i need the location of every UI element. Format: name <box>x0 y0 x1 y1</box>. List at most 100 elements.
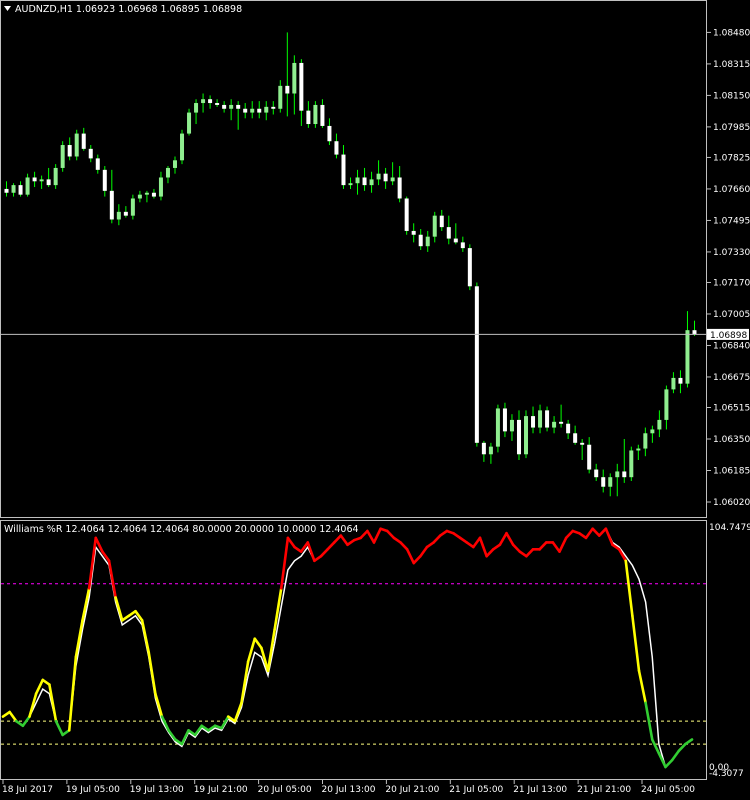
time-tick-label: 19 Jul 13:00 <box>130 785 184 795</box>
price-tick-label: 1.07005 <box>713 310 750 320</box>
price-tick-label: 1.06675 <box>713 373 750 383</box>
wpr-segment <box>684 738 694 746</box>
wpr-segment <box>319 548 329 558</box>
bear-candle <box>559 421 564 424</box>
wpr-segment <box>564 529 575 540</box>
current-price-marker: 1.06898 <box>707 328 749 341</box>
bear-candle <box>404 198 409 231</box>
bull-candle <box>292 62 297 94</box>
wpr-segment <box>359 529 369 540</box>
bull-candle <box>538 410 543 428</box>
wpr-segment <box>107 559 117 599</box>
wpr-segment <box>677 742 687 753</box>
wpr-segment <box>306 541 316 563</box>
wpr-segment <box>372 527 382 544</box>
wpr-segment <box>87 536 98 590</box>
bull-candle <box>229 104 234 109</box>
bull-candle <box>74 133 79 157</box>
time-tick-label: 21 Jul 13:00 <box>513 785 567 795</box>
bull-candle <box>657 419 662 430</box>
time-tick-label: 18 Jul 2017 <box>2 785 53 795</box>
symbol-header: AUDNZD,H1 1.06923 1.06968 1.06895 1.0689… <box>15 4 242 15</box>
wpr-axis: 104.74790.00-4.3077 <box>709 523 750 779</box>
bull-candle <box>495 408 500 447</box>
wpr-segment <box>8 710 18 723</box>
bull-candle <box>524 416 529 455</box>
bear-candle <box>46 179 51 186</box>
wpr-segment <box>54 719 64 737</box>
wpr-lines-layer <box>1 527 694 769</box>
bear-candle <box>18 185 23 195</box>
bull-candle <box>425 236 430 247</box>
price-tick-label: 1.07495 <box>713 216 750 226</box>
bear-candle <box>32 177 37 182</box>
wpr-segment <box>558 536 568 553</box>
time-tick-label: 20 Jul 13:00 <box>322 785 376 795</box>
wpr-segment <box>399 541 409 551</box>
bear-candle <box>341 154 346 186</box>
bull-candle <box>685 330 690 384</box>
bear-candle <box>222 104 227 109</box>
bear-candle <box>692 330 697 335</box>
bull-candle <box>194 103 199 113</box>
wpr-segment <box>233 701 243 723</box>
triangle-down-icon[interactable] <box>4 6 11 11</box>
bear-candle <box>285 85 290 94</box>
bear-candle <box>102 169 107 191</box>
bull-candle <box>432 215 437 237</box>
bear-candle <box>516 419 521 455</box>
bear-candle <box>81 133 86 149</box>
bear-candle <box>67 145 72 157</box>
bear-candle <box>531 416 536 428</box>
bear-candle <box>383 173 388 182</box>
price-tick-label: 1.08150 <box>713 91 750 101</box>
wpr-segment <box>604 527 614 547</box>
bull-candle <box>348 183 353 186</box>
price-tick-label: 1.07330 <box>713 248 750 258</box>
bull-candle <box>201 99 206 104</box>
wpr-segment <box>478 536 488 558</box>
wpr-segment <box>154 692 164 718</box>
bear-candle <box>151 192 156 197</box>
bear-candle <box>397 177 402 199</box>
indicator-header: Williams %R 12.4064 12.4064 12.4064 80.0… <box>4 524 359 535</box>
bear-candle <box>88 148 93 159</box>
bear-candle <box>208 99 213 104</box>
bear-candle <box>215 103 220 105</box>
bear-candle <box>299 62 304 111</box>
bear-candle <box>411 230 416 235</box>
bear-candle <box>453 238 458 243</box>
bull-candle <box>39 179 44 182</box>
bear-candle <box>362 177 367 186</box>
wpr-segment <box>114 596 124 622</box>
bull-candle <box>187 112 192 134</box>
bear-candle <box>95 158 100 170</box>
time-tick-label: 24 Jul 05:00 <box>641 785 695 795</box>
price-axis: 1.08480 1.08315 1.08150 1.07985 1.07825 1.076… <box>707 28 750 508</box>
wpr-segment <box>419 545 429 558</box>
wpr-segment <box>180 729 190 746</box>
bear-candle <box>123 211 128 216</box>
time-tick-label: 21 Jul 05:00 <box>449 785 503 795</box>
bull-candle <box>664 389 669 420</box>
wpr-segment <box>339 534 349 547</box>
current-price-value: 1.06898 <box>710 331 747 341</box>
price-tick-label: 1.08480 <box>713 28 750 38</box>
bear-candle <box>474 286 479 443</box>
wpr-segment <box>584 527 594 540</box>
wpr-segment <box>591 527 601 537</box>
bull-candle <box>671 377 676 390</box>
bear-candle <box>460 242 465 249</box>
bull-candle <box>250 108 255 113</box>
wpr-segment <box>332 534 343 544</box>
price-tick-label: 1.06350 <box>713 435 750 445</box>
time-tick-label: 19 Jul 21:00 <box>194 785 248 795</box>
candles-layer <box>4 32 697 497</box>
bull-candle <box>376 173 381 180</box>
wpr-segment <box>498 531 508 547</box>
bear-candle <box>327 125 332 142</box>
bear-candle <box>334 141 339 155</box>
wpr-segment <box>405 548 416 565</box>
wpr-segment <box>637 669 647 705</box>
bear-candle <box>418 234 423 247</box>
